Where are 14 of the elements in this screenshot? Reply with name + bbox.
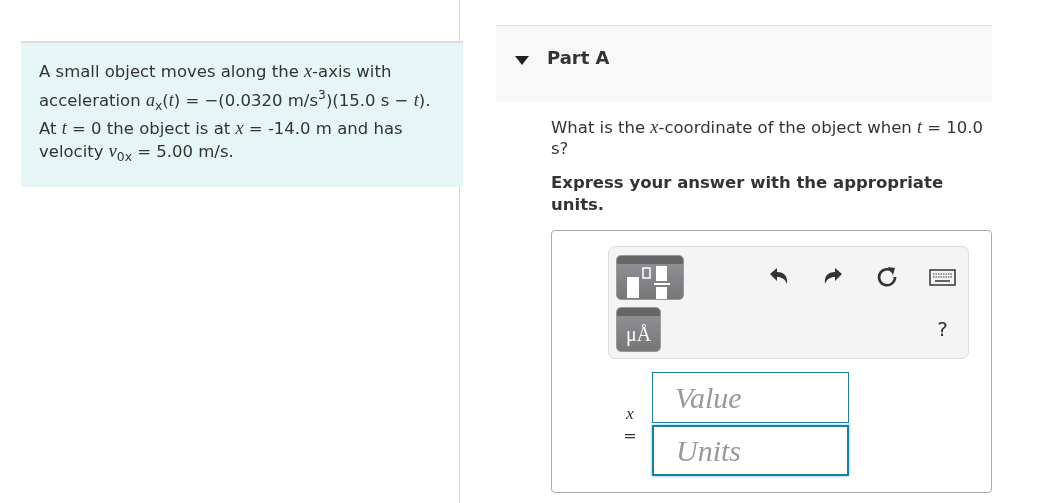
caret-icon[interactable]: [515, 56, 529, 65]
answer-label: x =: [622, 402, 638, 447]
help-button[interactable]: ?: [929, 317, 956, 341]
answer-field[interactable]: Value: [652, 372, 849, 423]
question-text: What is the x-coordinate of the object when t = 10.0 s?: [551, 117, 985, 159]
part-title: Part A: [547, 46, 610, 70]
answer-field[interactable]: Units: [652, 425, 849, 476]
templates-button[interactable]: [616, 254, 684, 300]
instruction-text: Express your answer with the appropriate units.: [551, 172, 945, 216]
keyboard-icon[interactable]: [929, 268, 956, 286]
units-button[interactable]: μÅ: [616, 306, 661, 352]
part-header[interactable]: Part A: [496, 25, 992, 102]
reset-icon[interactable]: [875, 265, 899, 289]
problem-text: A small object moves along the x-axis with acceleration a$_{x}$(t) = −(0.0320 m/s$^{3}$)(15.0 s − t). At t = 0 the object is at x = -14.0 m and has velocity v$_{0x}$ = 5.00 m/s.: [39, 60, 432, 167]
